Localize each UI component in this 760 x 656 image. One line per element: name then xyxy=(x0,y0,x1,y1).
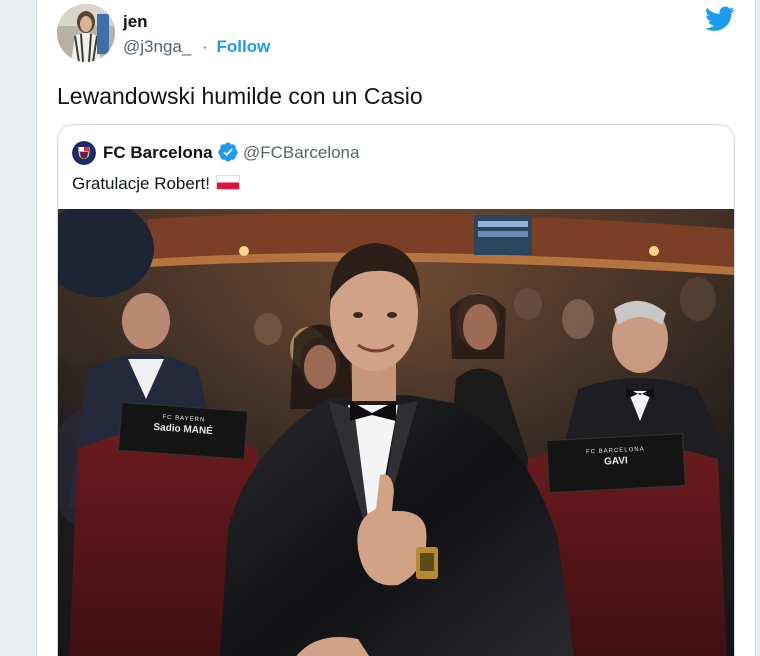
quoted-author-handle[interactable]: @FCBarcelona xyxy=(243,143,359,163)
author-avatar[interactable] xyxy=(57,4,115,62)
seat-label-mane: FC BAYERN Sadio MANÉ xyxy=(118,403,247,460)
twitter-bird-icon[interactable] xyxy=(705,6,735,32)
tweet-text: Lewandowski humilde con un Casio xyxy=(57,83,423,109)
follow-button[interactable]: Follow xyxy=(216,37,270,56)
tweet-card: jen @j3nga_ · Follow Lewandowski humilde… xyxy=(36,0,756,656)
author-name[interactable]: jen xyxy=(123,12,148,32)
quoted-text-content: Gratulacje Robert! xyxy=(72,174,210,193)
seat-label-gavi: FC BARCELONA GAVI xyxy=(547,433,686,492)
quoted-tweet-text: Gratulacje Robert! xyxy=(72,174,240,194)
quoted-author-name[interactable]: FC Barcelona xyxy=(103,143,213,163)
author-handle-row: @j3nga_ · Follow xyxy=(123,37,270,57)
fc-barcelona-crest-icon[interactable] xyxy=(72,141,96,165)
verified-badge-icon xyxy=(218,142,238,162)
quoted-tweet[interactable]: FC Barcelona @FCBarcelona Gratulacje Rob… xyxy=(57,124,735,656)
author-handle[interactable]: @j3nga_ xyxy=(123,37,191,56)
poland-flag-icon xyxy=(215,175,240,190)
separator-dot: · xyxy=(202,37,208,56)
